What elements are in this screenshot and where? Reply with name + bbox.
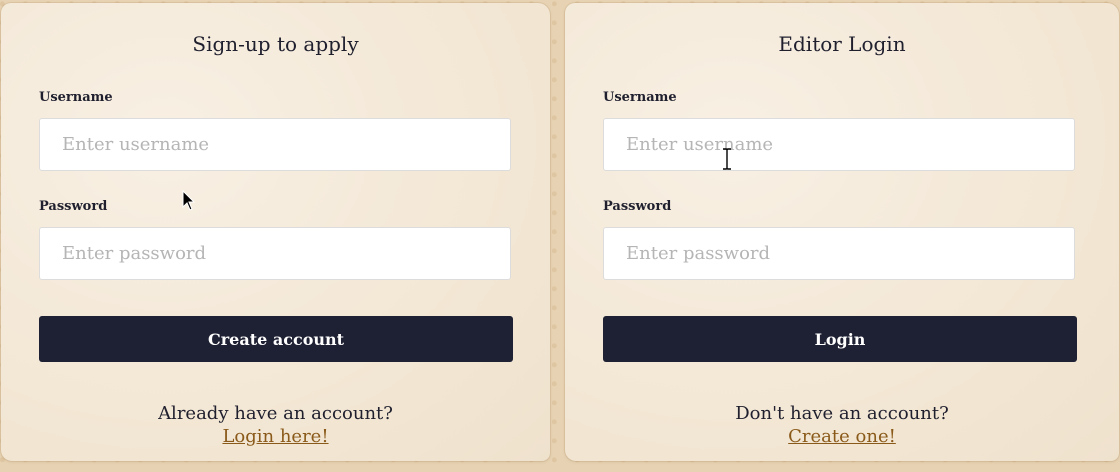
i-beam-cursor-icon <box>723 148 731 170</box>
login-password-input[interactable] <box>603 227 1075 280</box>
create-account-button[interactable]: Create account <box>39 316 513 362</box>
login-footer: Don't have an account? Create one! <box>565 402 1119 448</box>
create-one-link[interactable]: Create one! <box>788 426 896 447</box>
signup-card: Sign-up to apply Username Password Creat… <box>1 3 550 461</box>
signup-username-label: Username <box>39 90 113 105</box>
arrow-cursor-icon <box>182 190 196 211</box>
login-button[interactable]: Login <box>603 316 1077 362</box>
signup-footer-text: Already have an account? <box>158 403 393 424</box>
signup-title: Sign-up to apply <box>192 32 359 56</box>
login-footer-text: Don't have an account? <box>735 403 949 424</box>
signup-username-input[interactable] <box>39 118 511 171</box>
signup-footer: Already have an account? Login here! <box>1 402 550 448</box>
signup-password-label: Password <box>39 199 108 214</box>
login-title: Editor Login <box>778 32 906 56</box>
login-card: Editor Login Username Password Login Don… <box>565 3 1119 461</box>
signup-password-input[interactable] <box>39 227 511 280</box>
login-username-input[interactable] <box>603 118 1075 171</box>
login-username-label: Username <box>603 90 677 105</box>
login-here-link[interactable]: Login here! <box>222 426 328 447</box>
login-password-label: Password <box>603 199 672 214</box>
